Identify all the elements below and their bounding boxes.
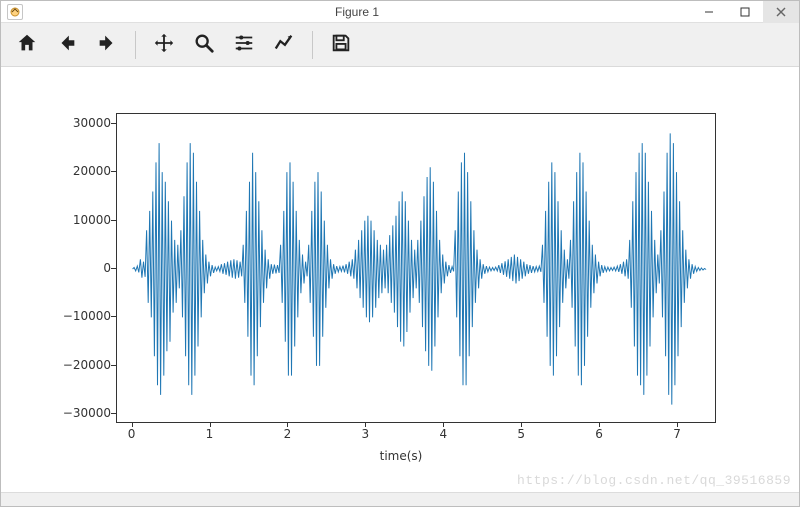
arrow-left-icon	[56, 32, 78, 57]
y-tick-label: 20000	[61, 164, 111, 178]
toolbar	[1, 23, 799, 67]
x-tick-label: 7	[657, 427, 697, 441]
pan-button[interactable]	[144, 25, 184, 65]
maximize-button[interactable]	[727, 1, 763, 23]
subplots-button[interactable]	[224, 25, 264, 65]
titlebar: Figure 1	[1, 1, 799, 23]
y-tick-label: −30000	[61, 406, 111, 420]
move-icon	[153, 32, 175, 57]
save-icon	[330, 32, 352, 57]
x-tick-label: 1	[190, 427, 230, 441]
x-tick-label: 2	[267, 427, 307, 441]
toolbar-separator	[312, 31, 313, 59]
home-button[interactable]	[7, 25, 47, 65]
x-tick-label: 4	[423, 427, 463, 441]
minimize-button[interactable]	[691, 1, 727, 23]
x-tick-label: 6	[579, 427, 619, 441]
zoom-icon	[193, 32, 215, 57]
figure-window: Figure 1	[0, 0, 800, 507]
watermark-text: https://blog.csdn.net/qq_39516859	[517, 473, 791, 488]
chart-line-icon	[273, 32, 295, 57]
y-tick-label: −10000	[61, 309, 111, 323]
x-tick-label: 0	[112, 427, 152, 441]
edit-axis-button[interactable]	[264, 25, 304, 65]
y-tick-label: 10000	[61, 213, 111, 227]
y-tick-label: 0	[61, 261, 111, 275]
close-button[interactable]	[763, 1, 799, 23]
app-icon	[7, 4, 23, 20]
window-buttons	[691, 1, 799, 23]
forward-button[interactable]	[87, 25, 127, 65]
x-axis-label: time(s)	[1, 449, 800, 463]
zoom-button[interactable]	[184, 25, 224, 65]
window-title: Figure 1	[23, 5, 691, 19]
x-tick-label: 5	[501, 427, 541, 441]
waveform-line	[117, 114, 716, 423]
y-tick-label: 30000	[61, 116, 111, 130]
x-tick-label: 3	[345, 427, 385, 441]
axes	[116, 113, 716, 423]
statusbar	[1, 492, 799, 506]
toolbar-separator	[135, 31, 136, 59]
figure-canvas[interactable]: −30000 −20000 −10000 0 10000 20000 30000 0 1 2 3 4…	[1, 67, 799, 492]
arrow-right-icon	[96, 32, 118, 57]
back-button[interactable]	[47, 25, 87, 65]
y-tick-label: −20000	[61, 358, 111, 372]
save-button[interactable]	[321, 25, 361, 65]
home-icon	[16, 32, 38, 57]
sliders-icon	[233, 32, 255, 57]
